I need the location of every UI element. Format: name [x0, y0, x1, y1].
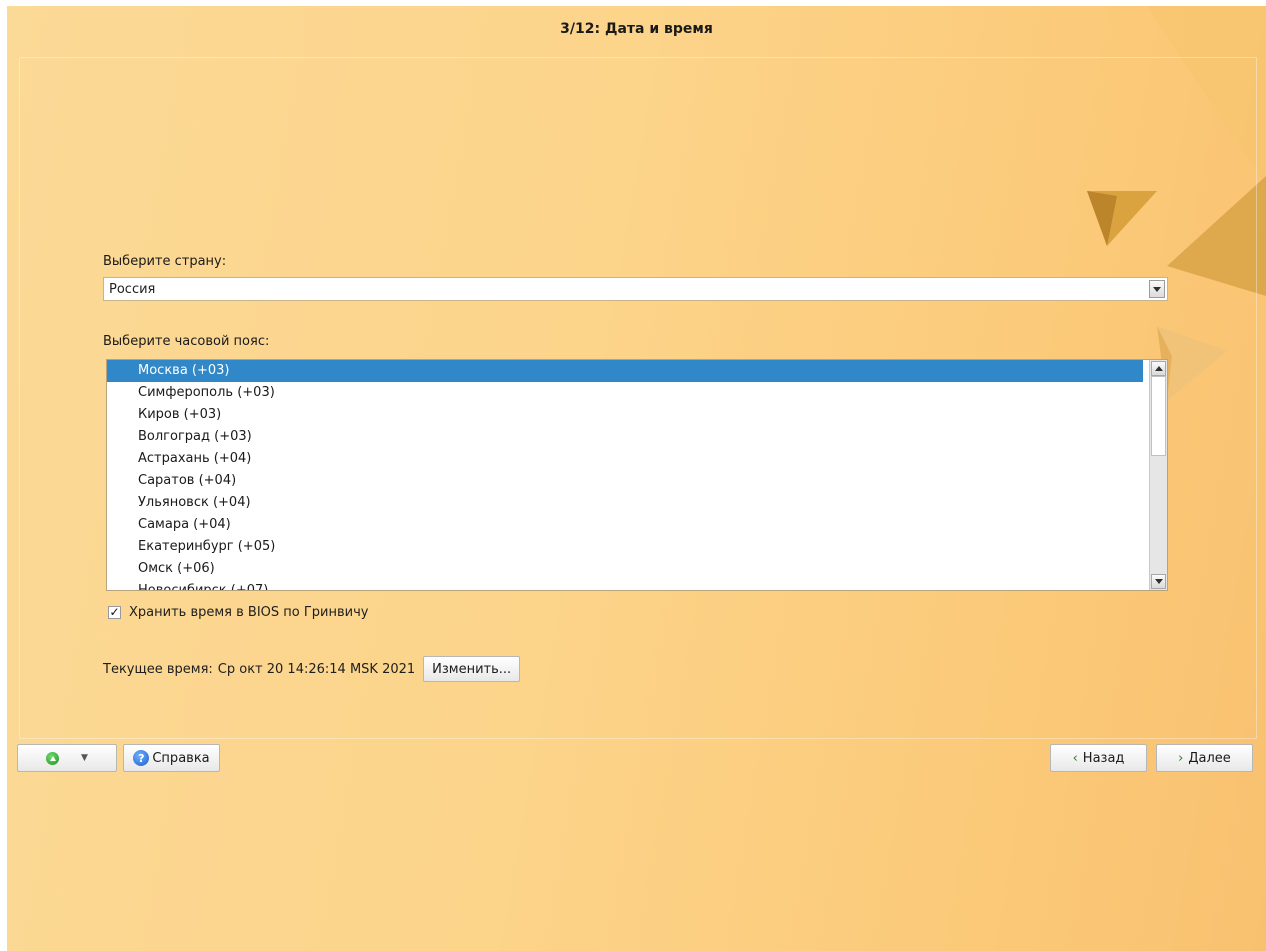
next-button-label: Далее: [1188, 750, 1231, 766]
timezone-item[interactable]: Волгоград (+03): [107, 426, 1143, 448]
installer-screen: 3/12: Дата и время Выберите страну: Росс…: [7, 6, 1266, 951]
back-arrow-icon: ‹: [1072, 750, 1078, 766]
timezone-item[interactable]: Астрахань (+04): [107, 448, 1143, 470]
timezone-label: Выберите часовой пояс:: [103, 334, 270, 349]
change-time-button[interactable]: Изменить...: [423, 656, 521, 682]
next-button[interactable]: › Далее: [1156, 744, 1253, 772]
bios-utc-option[interactable]: ✓ Хранить время в BIOS по Гринвичу: [108, 603, 368, 621]
current-time-row: Текущее время: Ср окт 20 14:26:14 MSK 20…: [103, 656, 521, 682]
timezone-scrollbar[interactable]: [1149, 360, 1167, 590]
country-label: Выберите страну:: [103, 254, 227, 269]
timezone-item[interactable]: Саратов (+04): [107, 470, 1143, 492]
timezone-item[interactable]: Киров (+03): [107, 404, 1143, 426]
timezone-item[interactable]: Самара (+04): [107, 514, 1143, 536]
actions-menu-button[interactable]: ▼: [17, 744, 117, 772]
current-time-label: Текущее время:: [103, 661, 213, 677]
scroll-up-icon[interactable]: [1151, 361, 1166, 376]
current-time-value: Ср окт 20 14:26:14 MSK 2021: [217, 661, 416, 677]
bios-utc-checkbox[interactable]: ✓: [108, 605, 121, 619]
back-button[interactable]: ‹ Назад: [1050, 744, 1147, 772]
dropdown-arrow-icon[interactable]: [1149, 280, 1165, 298]
timezone-item[interactable]: Новосибирск (+07): [107, 580, 1143, 590]
go-icon: [46, 751, 60, 765]
timezone-item[interactable]: Москва (+03): [107, 360, 1143, 382]
country-select[interactable]: Россия: [103, 277, 1168, 301]
timezone-item[interactable]: Симферополь (+03): [107, 382, 1143, 404]
checkmark-icon: ✓: [109, 605, 120, 619]
back-button-label: Назад: [1082, 750, 1125, 766]
timezone-list[interactable]: Москва (+03) Симферополь (+03) Киров (+03)…: [106, 359, 1168, 591]
help-icon: ?: [133, 750, 150, 766]
timezone-item[interactable]: Ульяновск (+04): [107, 492, 1143, 514]
scroll-down-icon[interactable]: [1151, 574, 1166, 589]
help-button[interactable]: ? Справка: [123, 744, 220, 772]
menu-arrow-icon: ▼: [81, 753, 88, 763]
page-title: 3/12: Дата и время: [560, 21, 713, 37]
timezone-list-items: Москва (+03) Симферополь (+03) Киров (+03)…: [107, 360, 1143, 590]
next-arrow-icon: ›: [1178, 750, 1184, 766]
country-select-value: Россия: [109, 282, 156, 297]
help-button-label: Справка: [152, 750, 210, 766]
scrollbar-thumb[interactable]: [1151, 376, 1166, 456]
bios-utc-label: Хранить время в BIOS по Гринвичу: [129, 604, 369, 620]
timezone-item[interactable]: Омск (+06): [107, 558, 1143, 580]
timezone-item[interactable]: Екатеринбург (+05): [107, 536, 1143, 558]
